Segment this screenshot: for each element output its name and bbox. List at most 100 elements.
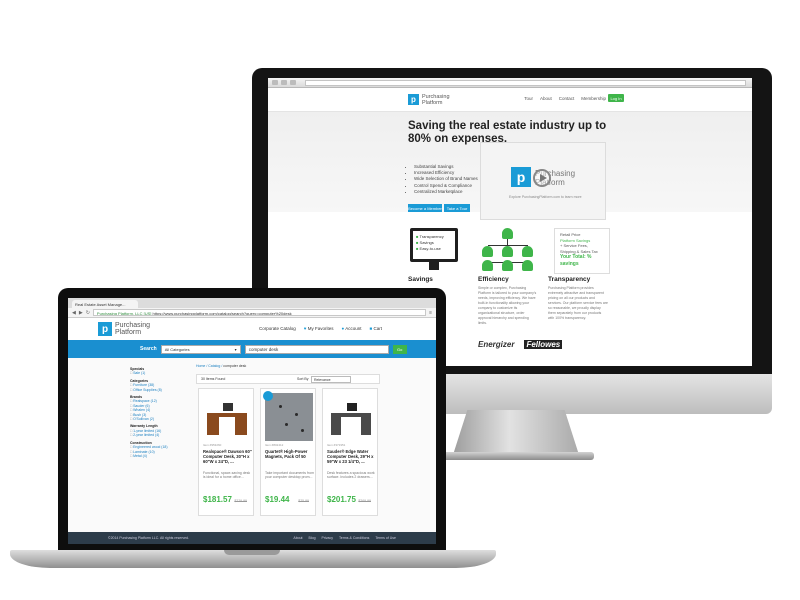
secure-site-label: Purchasing Platform, LLC [US]: [96, 311, 152, 316]
site-logo-text[interactable]: Purchasing Platform: [422, 94, 462, 106]
product-image[interactable]: [205, 397, 249, 439]
product-price: $181.57: [203, 495, 232, 504]
brand-logo: Energizer: [478, 340, 515, 349]
nav-link-about[interactable]: About: [540, 96, 552, 101]
product-sku: Item #371951: [327, 443, 346, 447]
filter-option[interactable]: Metal (4): [130, 454, 182, 458]
chevron-down-icon: ▾: [234, 346, 237, 352]
desk-pedestal-shape: [207, 417, 219, 435]
product-title[interactable]: Sauder® Edge Water Computer Desk, 29"H x…: [327, 449, 377, 464]
take-tour-button[interactable]: Take a Tour: [444, 204, 470, 212]
magnet-dot-shape: [301, 429, 304, 432]
column-text-transparency: Purchasing Platform provides extremely a…: [548, 286, 608, 320]
product-description: Desk features a spacious work surface. I…: [327, 471, 375, 480]
nav-link-membership[interactable]: Membership: [581, 96, 606, 101]
site-logo-text[interactable]: Purchasing Platform: [115, 322, 165, 337]
product-sku: Item #953260: [203, 443, 222, 447]
forward-icon[interactable]: ▶: [79, 310, 83, 316]
menu-favorites[interactable]: ♥ My Favorites: [304, 326, 334, 331]
column-title-savings: Savings: [408, 276, 433, 283]
column-title-transparency: Transparency: [548, 276, 591, 283]
benefit-item: Wide Selection of Brand Names: [414, 176, 478, 182]
laptop-screen: Real Estate Asset Manage... ◀ ▶ ↻ Purcha…: [68, 298, 436, 544]
product-image[interactable]: [329, 397, 373, 439]
video-caption: Explore PurchasingPlatform.com to learn …: [509, 195, 582, 199]
product-price: $19.44: [265, 495, 290, 504]
footer-link[interactable]: Blog: [309, 536, 316, 540]
reload-icon[interactable]: [290, 80, 296, 85]
magnet-dot-shape: [279, 405, 282, 408]
filter-sidebar: Specials Sale (1) Categories Furniture (…: [130, 364, 182, 458]
footer-link[interactable]: Terms of Use: [375, 536, 396, 540]
nav-link-contact[interactable]: Contact: [559, 96, 575, 101]
filter-option[interactable]: O'Sullivan (2): [130, 417, 182, 421]
sort-select[interactable]: Relevance: [311, 376, 351, 383]
user-icon: ●: [341, 326, 345, 331]
brand-logos: Energizer Fellowes: [478, 340, 563, 349]
breadcrumb: Home / Catalog / computer desk: [196, 364, 247, 368]
org-chart-icon: [478, 228, 538, 271]
benefit-list: Substantial Savings Increased Efficiency…: [408, 164, 478, 195]
items-found-count: 30 Items Found: [201, 377, 226, 381]
product-card[interactable]: Item #953260 Realspace® Dawson 60" Compu…: [198, 388, 254, 516]
org-node-shape: [502, 228, 513, 239]
back-icon[interactable]: ◀: [72, 310, 76, 316]
reload-icon[interactable]: ↻: [86, 310, 90, 316]
search-go-button[interactable]: Go: [392, 344, 407, 354]
breadcrumb-home[interactable]: Home: [196, 364, 205, 368]
org-node-shape: [482, 260, 493, 271]
cart-icon: ■: [369, 326, 373, 331]
search-input[interactable]: computer desk: [244, 344, 389, 354]
nav-link-tour[interactable]: Tour: [524, 96, 533, 101]
menu-icon[interactable]: ≡: [429, 310, 432, 316]
breadcrumb-catalog[interactable]: Catalog: [208, 364, 220, 368]
become-member-button[interactable]: Become a Member: [408, 204, 442, 212]
footer-link[interactable]: Terms & Conditions: [339, 536, 369, 540]
video-logo-icon: p: [511, 167, 531, 187]
address-bar[interactable]: Purchasing Platform, LLC [US] https://ww…: [92, 309, 427, 316]
footer-link[interactable]: Privacy: [322, 536, 333, 540]
forward-icon[interactable]: [281, 80, 287, 85]
logo-icon[interactable]: p: [408, 94, 419, 105]
org-node-shape: [502, 260, 513, 271]
search-label: Search: [140, 346, 157, 352]
breadcrumb-term: computer desk: [223, 364, 247, 368]
org-node-shape: [502, 246, 513, 257]
back-icon[interactable]: [272, 80, 278, 85]
category-select-value: All Categories: [164, 346, 190, 352]
product-list-price: $269.99: [358, 499, 371, 503]
play-icon[interactable]: [533, 169, 551, 187]
browser-tab[interactable]: Real Estate Asset Manage...: [72, 300, 138, 308]
product-image[interactable]: [263, 391, 313, 441]
filter-option[interactable]: Office Supplies (8): [130, 388, 182, 392]
monitor-checklist: Transparency Savings Easy-to-use: [416, 234, 443, 252]
menu-cart[interactable]: ■ Cart: [370, 326, 383, 331]
org-node-shape: [482, 246, 493, 257]
search-bar: Search All Categories ▾ computer desk Go: [68, 340, 436, 358]
product-card[interactable]: Item #802412 Quartet® High-Power Magnets…: [260, 388, 316, 516]
product-title[interactable]: Realspace® Dawson 60" Computer Desk, 30"…: [203, 449, 253, 464]
benefit-item: Centralized Marketplace: [414, 189, 478, 195]
site-footer: ©2014 Purchasing Platform LLC. All right…: [68, 532, 436, 544]
desktop-site-header: p Purchasing Platform Tour About Contact…: [268, 88, 752, 112]
menu-account[interactable]: ● Account: [342, 326, 362, 331]
product-title[interactable]: Quartet® High-Power Magnets, Pack Of 50: [265, 449, 315, 459]
category-select[interactable]: All Categories ▾: [160, 344, 241, 354]
video-player[interactable]: p Purchasing Platform Explore Purchasing…: [480, 142, 606, 220]
product-card[interactable]: Item #371951 Sauder® Edge Water Computer…: [322, 388, 378, 516]
login-button[interactable]: Log In: [608, 94, 624, 102]
desktop-address-bar[interactable]: [305, 79, 746, 86]
menu-corporate-catalog[interactable]: Corporate Catalog: [259, 326, 296, 331]
imac-stand: [452, 410, 580, 458]
results-area: Specials Sale (1) Categories Furniture (…: [68, 358, 436, 532]
desk-pedestal-shape: [235, 417, 247, 435]
filter-option[interactable]: Sale (1): [130, 371, 182, 375]
logo-icon[interactable]: p: [98, 322, 112, 336]
footer-link[interactable]: About: [293, 536, 302, 540]
menu-cart-label: Cart: [373, 326, 382, 331]
filter-option[interactable]: 2-year limited (4): [130, 433, 182, 437]
org-node-shape: [522, 246, 533, 257]
column-text-efficiency: Simple or complex, Purchasing Platform i…: [478, 286, 537, 325]
monitor-shape: [223, 403, 233, 411]
header-menu: Corporate Catalog ♥ My Favorites ● Accou…: [259, 326, 382, 331]
